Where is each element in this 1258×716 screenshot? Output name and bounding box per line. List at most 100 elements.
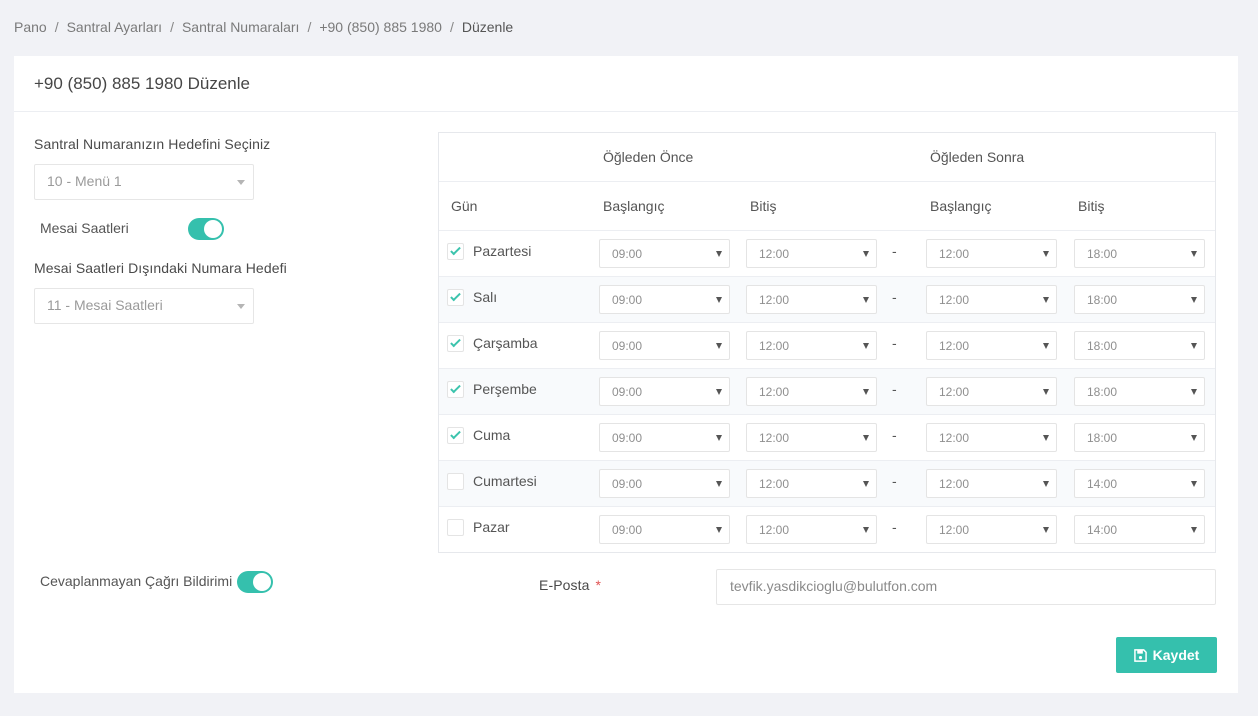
time-separator: - bbox=[892, 381, 897, 397]
outside-hours-select[interactable]: 11 - Mesai Saatleri bbox=[34, 288, 254, 324]
day-checkbox[interactable] bbox=[447, 289, 464, 306]
email-label-text: E-Posta bbox=[539, 577, 590, 593]
pm-start-select[interactable]: 12:00 bbox=[926, 423, 1057, 452]
toggle-knob bbox=[253, 573, 271, 591]
chevron-down-icon bbox=[1191, 389, 1197, 395]
time-value: 18:00 bbox=[1087, 385, 1118, 399]
schedule-column-header: Gün Başlangıç Bitiş Başlangıç Bitiş bbox=[439, 182, 1215, 231]
pm-start-select[interactable]: 12:00 bbox=[926, 331, 1057, 360]
check-icon bbox=[450, 336, 461, 348]
day-checkbox[interactable] bbox=[447, 519, 464, 536]
day-checkbox[interactable] bbox=[447, 473, 464, 490]
time-value: 12:00 bbox=[939, 339, 970, 353]
am-start-select[interactable]: 09:00 bbox=[599, 515, 730, 544]
am-end-select[interactable]: 12:00 bbox=[746, 423, 877, 452]
time-value: 12:00 bbox=[939, 431, 970, 445]
am-end-select[interactable]: 12:00 bbox=[746, 331, 877, 360]
pm-end-select[interactable]: 14:00 bbox=[1074, 469, 1205, 498]
breadcrumb-item-number[interactable]: +90 (850) 885 1980 bbox=[319, 19, 442, 35]
check-icon bbox=[450, 428, 461, 440]
outside-hours-select-value: 11 - Mesai Saatleri bbox=[47, 297, 163, 313]
schedule-row: Salı 09:00 12:00 12:00 18:00 - bbox=[439, 277, 1215, 323]
pm-end-select[interactable]: 18:00 bbox=[1074, 239, 1205, 268]
chevron-down-icon bbox=[863, 389, 869, 395]
am-start-select[interactable]: 09:00 bbox=[599, 285, 730, 314]
col-day: Gün bbox=[451, 198, 478, 214]
pm-end-select[interactable]: 18:00 bbox=[1074, 331, 1205, 360]
pm-start-select[interactable]: 12:00 bbox=[926, 515, 1057, 544]
pm-start-select[interactable]: 12:00 bbox=[926, 469, 1057, 498]
pm-end-select[interactable]: 18:00 bbox=[1074, 285, 1205, 314]
pm-end-select[interactable]: 18:00 bbox=[1074, 423, 1205, 452]
check-icon bbox=[450, 290, 461, 302]
breadcrumb: Pano / Santral Ayarları / Santral Numara… bbox=[14, 19, 513, 35]
col-am-start: Başlangıç bbox=[603, 198, 665, 214]
missed-call-toggle[interactable] bbox=[237, 571, 273, 593]
time-separator: - bbox=[892, 289, 897, 305]
time-value: 12:00 bbox=[939, 477, 970, 491]
am-start-select[interactable]: 09:00 bbox=[599, 377, 730, 406]
schedule-row: Perşembe 09:00 12:00 12:00 18:00 - bbox=[439, 369, 1215, 415]
chevron-down-icon bbox=[716, 343, 722, 349]
am-end-select[interactable]: 12:00 bbox=[746, 239, 877, 268]
time-separator: - bbox=[892, 427, 897, 443]
time-value: 12:00 bbox=[939, 523, 970, 537]
save-button[interactable]: Kaydet bbox=[1116, 637, 1217, 673]
day-checkbox[interactable] bbox=[447, 335, 464, 352]
day-checkbox[interactable] bbox=[447, 381, 464, 398]
pm-end-select[interactable]: 14:00 bbox=[1074, 515, 1205, 544]
time-separator: - bbox=[892, 473, 897, 489]
breadcrumb-item-santral-ayarlari[interactable]: Santral Ayarları bbox=[67, 19, 162, 35]
save-button-label: Kaydet bbox=[1152, 647, 1200, 663]
chevron-down-icon bbox=[1191, 251, 1197, 257]
chevron-down-icon bbox=[1043, 527, 1049, 533]
breadcrumb-item-pano[interactable]: Pano bbox=[14, 19, 47, 35]
check-icon bbox=[450, 244, 461, 256]
email-input[interactable]: tevfik.yasdikcioglu@bulutfon.com bbox=[716, 569, 1216, 605]
time-value: 12:00 bbox=[759, 477, 790, 491]
schedule-period-header: Öğleden Önce Öğleden Sonra bbox=[439, 133, 1215, 182]
schedule-row: Cuma 09:00 12:00 12:00 18:00 - bbox=[439, 415, 1215, 461]
am-start-select[interactable]: 09:00 bbox=[599, 469, 730, 498]
am-end-select[interactable]: 12:00 bbox=[746, 377, 877, 406]
time-value: 14:00 bbox=[1087, 523, 1118, 537]
am-start-select[interactable]: 09:00 bbox=[599, 331, 730, 360]
time-value: 12:00 bbox=[939, 247, 970, 261]
time-value: 09:00 bbox=[612, 523, 643, 537]
schedule-row: Pazartesi 09:00 12:00 12:00 18:00 - bbox=[439, 231, 1215, 277]
time-separator: - bbox=[892, 243, 897, 259]
pm-end-select[interactable]: 18:00 bbox=[1074, 377, 1205, 406]
am-start-select[interactable]: 09:00 bbox=[599, 239, 730, 268]
pm-start-select[interactable]: 12:00 bbox=[926, 377, 1057, 406]
time-value: 09:00 bbox=[612, 339, 643, 353]
working-hours-toggle[interactable] bbox=[188, 218, 224, 240]
day-checkbox[interactable] bbox=[447, 243, 464, 260]
time-separator: - bbox=[892, 335, 897, 351]
am-end-select[interactable]: 12:00 bbox=[746, 469, 877, 498]
target-select[interactable]: 10 - Menü 1 bbox=[34, 164, 254, 200]
chevron-down-icon bbox=[1191, 481, 1197, 487]
time-value: 12:00 bbox=[939, 293, 970, 307]
day-name: Cumartesi bbox=[473, 473, 537, 489]
day-name: Çarşamba bbox=[473, 335, 538, 351]
time-value: 12:00 bbox=[759, 247, 790, 261]
missed-call-label: Cevaplanmayan Çağrı Bildirimi bbox=[40, 573, 233, 589]
chevron-down-icon bbox=[1043, 251, 1049, 257]
pm-start-select[interactable]: 12:00 bbox=[926, 239, 1057, 268]
chevron-down-icon bbox=[1043, 297, 1049, 303]
chevron-down-icon bbox=[237, 180, 245, 185]
pm-start-select[interactable]: 12:00 bbox=[926, 285, 1057, 314]
check-icon bbox=[450, 382, 461, 394]
time-value: 09:00 bbox=[612, 247, 643, 261]
time-value: 09:00 bbox=[612, 477, 643, 491]
day-checkbox[interactable] bbox=[447, 427, 464, 444]
breadcrumb-separator: / bbox=[170, 19, 174, 35]
toggle-knob bbox=[204, 220, 222, 238]
am-end-select[interactable]: 12:00 bbox=[746, 515, 877, 544]
breadcrumb-item-current: Düzenle bbox=[461, 19, 514, 35]
breadcrumb-item-santral-numaralari[interactable]: Santral Numaraları bbox=[182, 19, 300, 35]
breadcrumb-separator: / bbox=[449, 19, 454, 35]
working-hours-label: Mesai Saatleri bbox=[40, 220, 129, 236]
am-start-select[interactable]: 09:00 bbox=[599, 423, 730, 452]
am-end-select[interactable]: 12:00 bbox=[746, 285, 877, 314]
